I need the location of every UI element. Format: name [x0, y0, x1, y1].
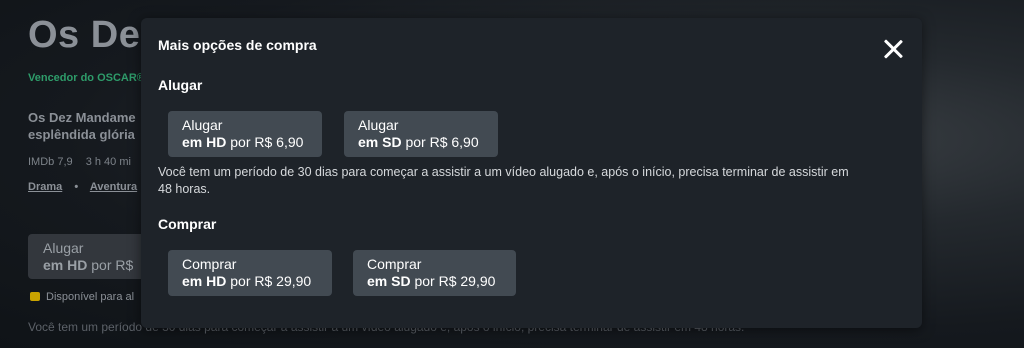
rent-hd-detail: em HD por R$ 6,90 [182, 134, 308, 151]
modal-title: Mais opções de compra [158, 37, 317, 53]
buy-sd-button[interactable]: Comprar em SD por R$ 29,90 [353, 250, 516, 296]
buy-hd-action: Comprar [182, 256, 237, 272]
buy-sd-price: por R$ 29,90 [414, 273, 496, 289]
rent-sd-price: por R$ 6,90 [405, 134, 479, 150]
background-rent-detail: em HD por R$ [43, 257, 133, 273]
genre-separator: • [74, 181, 79, 193]
rent-hd-action: Alugar [182, 117, 223, 133]
genre-list: Drama • Aventura [28, 181, 137, 193]
genre-link-aventura[interactable]: Aventura [90, 181, 137, 193]
close-icon[interactable] [882, 38, 904, 60]
imdb-rating: IMDb 7,9 [28, 156, 73, 168]
availability-label: Disponível para al [46, 291, 135, 303]
buy-hd-quality: em HD [182, 273, 227, 289]
buy-hd-button[interactable]: Comprar em HD por R$ 29,90 [168, 250, 332, 296]
rent-sd-detail: em SD por R$ 6,90 [358, 134, 484, 151]
movie-meta: IMDb 7,9 3 h 40 mi [28, 156, 141, 168]
background-rent-quality: em HD [43, 257, 88, 273]
shopping-bag-icon [30, 292, 40, 301]
rent-hd-button[interactable]: Alugar em HD por R$ 6,90 [168, 111, 322, 157]
award-badge: Vencedor do OSCAR® [28, 72, 145, 84]
buy-hd-price: por R$ 29,90 [230, 273, 312, 289]
duration: 3 h 40 mi [85, 156, 131, 168]
rent-hd-price: por R$ 6,90 [230, 134, 304, 150]
buy-hd-detail: em HD por R$ 29,90 [182, 273, 318, 290]
genre-link-drama[interactable]: Drama [28, 181, 62, 193]
rent-sd-action: Alugar [358, 117, 399, 133]
rent-hd-quality: em HD [182, 134, 227, 150]
background-rent-label: Alugar [43, 240, 84, 256]
buy-sd-quality: em SD [367, 273, 411, 289]
buy-sd-action: Comprar [367, 256, 422, 272]
availability-text: Disponível para al [30, 291, 134, 303]
more-purchase-options-modal: Mais opções de compra Alugar Alugar em H… [141, 18, 922, 328]
buy-heading: Comprar [158, 216, 217, 232]
buy-sd-detail: em SD por R$ 29,90 [367, 273, 502, 290]
rent-sd-button[interactable]: Alugar em SD por R$ 6,90 [344, 111, 498, 157]
background-rent-price: por R$ [91, 257, 134, 273]
rental-info-text: Você tem um período de 30 dias para come… [158, 165, 849, 196]
rent-heading: Alugar [158, 77, 203, 93]
rent-sd-quality: em SD [358, 134, 402, 150]
